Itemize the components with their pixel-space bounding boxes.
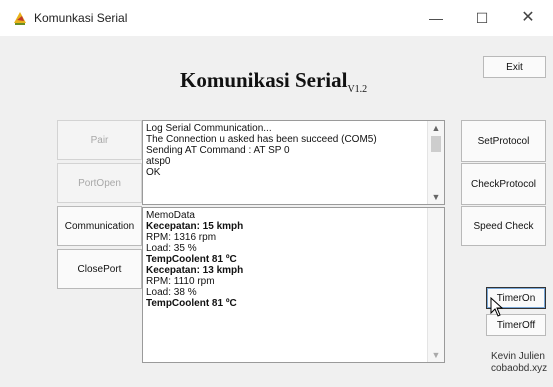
close-button[interactable]: ✕ [505,4,551,32]
log-line: Sending AT Command : AT SP 0 [146,145,290,156]
speed-check-button-label: Speed Check [473,220,534,232]
version-label: V1.2 [347,84,368,96]
log-line: The Connection u asked has been succeed … [146,134,377,145]
timer-off-button-label: TimerOff [496,319,536,331]
author-signature: Kevin Julien cobaobd.xyz [491,351,547,375]
scroll-down-icon[interactable]: ▼ [428,190,444,204]
exit-button-label: Exit [506,61,523,73]
maximize-button[interactable]: ☐ [459,4,505,32]
exit-button[interactable]: Exit [483,56,546,78]
log-line: OK [146,167,161,178]
port-open-button-label: PortOpen [78,177,121,189]
window-title: Komunkasi Serial [34,11,128,25]
close-port-button-label: ClosePort [77,263,122,275]
pair-button[interactable]: Pair [57,120,142,160]
author-site: cobaobd.xyz [491,363,548,374]
page-title-text: Komunikasi Serial [180,68,348,92]
memo-line: Load: 35 % [146,243,197,254]
log-line: atsp0 [146,156,171,167]
memo-line: RPM: 1110 rpm [146,276,215,287]
app-logo-icon [14,12,26,25]
communication-button-label: Communication [64,220,135,232]
log-lines: Log Serial Communication... The Connectio… [146,123,424,178]
memo-line: MemoData [146,210,195,221]
data-memo[interactable]: MemoData Kecepatan: 15 kmph RPM: 1316 rpm L… [142,207,445,363]
memo-line: Kecepatan: 13 kmph [146,265,244,276]
close-icon: ✕ [521,9,535,26]
set-protocol-button[interactable]: SetProtocol [461,120,546,162]
memo-line: Load: 38 % [146,287,197,298]
memo-line: Kecepatan: 15 kmph [146,221,244,232]
speed-check-button[interactable]: Speed Check [461,206,546,246]
log-scrollbar[interactable]: ▲ ▼ [427,121,444,204]
maximize-icon: ☐ [475,10,489,26]
scroll-up-icon[interactable]: ▲ [428,121,444,135]
pair-button-label: Pair [90,134,109,146]
check-protocol-button[interactable]: CheckProtocol [461,163,546,205]
memo-scrollbar[interactable]: ▼ [427,208,444,362]
check-protocol-button-label: CheckProtocol [470,178,537,190]
mouse-cursor-icon [490,297,504,317]
memo-line: TempCoolent 81 ºC [146,254,237,265]
author-name: Kevin Julien [491,351,545,362]
port-open-button[interactable]: PortOpen [57,163,142,203]
log-scrollbar-thumb[interactable] [431,136,441,152]
memo-line: TempCoolent 81 ºC [146,298,237,309]
page-title: Komunikasi SerialV1.2 [180,68,367,95]
minimize-button[interactable]: — [413,4,459,32]
memo-line: RPM: 1316 rpm [146,232,217,243]
log-memo[interactable]: Log Serial Communication... The Connectio… [142,120,445,205]
window-titlebar: Komunkasi Serial — ☐ ✕ [0,0,553,36]
scroll-down-icon[interactable]: ▼ [428,348,444,362]
close-port-button[interactable]: ClosePort [57,249,142,289]
communication-button[interactable]: Communication [57,206,142,246]
timer-off-button[interactable]: TimerOff [486,314,546,336]
log-line: Log Serial Communication... [146,123,272,134]
memo-lines: MemoData Kecepatan: 15 kmph RPM: 1316 rpm L… [146,210,424,309]
set-protocol-button-label: SetProtocol [477,135,530,147]
minimize-icon: — [429,10,443,26]
